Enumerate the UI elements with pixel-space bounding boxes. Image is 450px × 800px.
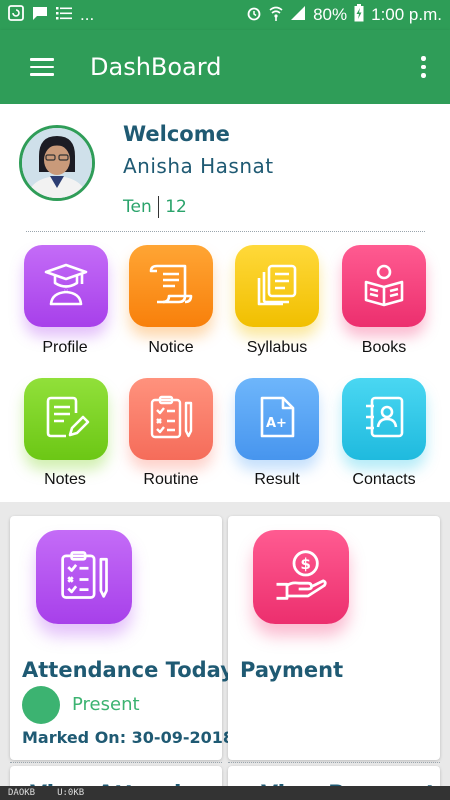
status-bar: ... 80% 1:00 p.m. (0, 0, 450, 30)
view-attendance-divider (10, 762, 222, 763)
roll-number: 12 (165, 197, 187, 217)
list-icon (56, 5, 72, 25)
notice-tile[interactable] (129, 245, 213, 327)
welcome-text: Welcome (123, 122, 230, 146)
notes-tile[interactable] (24, 378, 108, 460)
status-ellipsis: ... (80, 5, 95, 24)
tile-label-routine: Routine (143, 471, 199, 488)
money-hand-icon: $ (273, 547, 329, 607)
tile-label-notes: Notes (44, 471, 86, 488)
checklist-icon (57, 548, 111, 606)
class-info: Ten 12 (123, 196, 187, 218)
debug-label-2: U:0KB (57, 788, 85, 798)
class-separator (157, 196, 160, 218)
tile-label-notice: Notice (148, 339, 194, 356)
class-name: Ten (123, 197, 152, 217)
profile-divider (26, 231, 425, 232)
attendance-marked-on: Marked On: 30-09-2018 (22, 728, 234, 747)
result-tile[interactable]: A+ (235, 378, 319, 460)
wifi-icon (269, 5, 283, 26)
alarm-icon (246, 5, 262, 26)
graduate-icon (42, 260, 90, 312)
tile-label-contacts: Contacts (352, 471, 416, 488)
app-bar: DashBoard (0, 30, 450, 104)
view-payment-divider (228, 762, 440, 763)
routine-tile[interactable] (129, 378, 213, 460)
app-notification-icon (8, 4, 24, 26)
battery-charging-icon (354, 3, 364, 27)
svg-text:$: $ (300, 555, 311, 573)
status-time: 1:00 p.m. (371, 5, 442, 24)
hamburger-menu-icon[interactable] (30, 58, 54, 76)
books-tile[interactable] (342, 245, 426, 327)
attendance-icon-tile (36, 530, 132, 624)
checklist-icon (147, 393, 195, 445)
profile-tile[interactable] (24, 245, 108, 327)
tile-label-result: Result (254, 471, 300, 488)
payment-icon-tile: $ (253, 530, 349, 624)
debug-overlay-strip: DAOKB U:0KB (0, 786, 450, 800)
syllabus-tile[interactable] (235, 245, 319, 327)
more-vertical-icon[interactable] (420, 56, 426, 78)
message-icon (32, 5, 48, 26)
tile-label-books: Books (361, 339, 407, 356)
avatar[interactable] (19, 125, 95, 201)
tile-label-profile: Profile (42, 339, 88, 356)
svg-text:A+: A+ (266, 416, 287, 431)
scroll-icon (147, 260, 195, 312)
payment-title: Payment (240, 658, 344, 682)
debug-label-1: DAOKB (8, 788, 36, 798)
tile-label-syllabus: Syllabus (246, 339, 308, 356)
attendance-title: Attendance Today (22, 658, 234, 682)
documents-icon (253, 260, 301, 312)
contacts-tile[interactable] (342, 378, 426, 460)
contacts-icon (360, 393, 408, 445)
note-pencil-icon (42, 393, 90, 445)
app-bar-title: DashBoard (90, 53, 222, 81)
student-name: Anisha Hasnat (123, 154, 274, 178)
attendance-status-dot (22, 686, 60, 724)
signal-icon (290, 5, 306, 26)
attendance-status: Present (72, 694, 140, 715)
grade-file-icon: A+ (253, 393, 301, 445)
reader-icon (360, 260, 408, 312)
battery-percentage: 80% (313, 5, 348, 24)
